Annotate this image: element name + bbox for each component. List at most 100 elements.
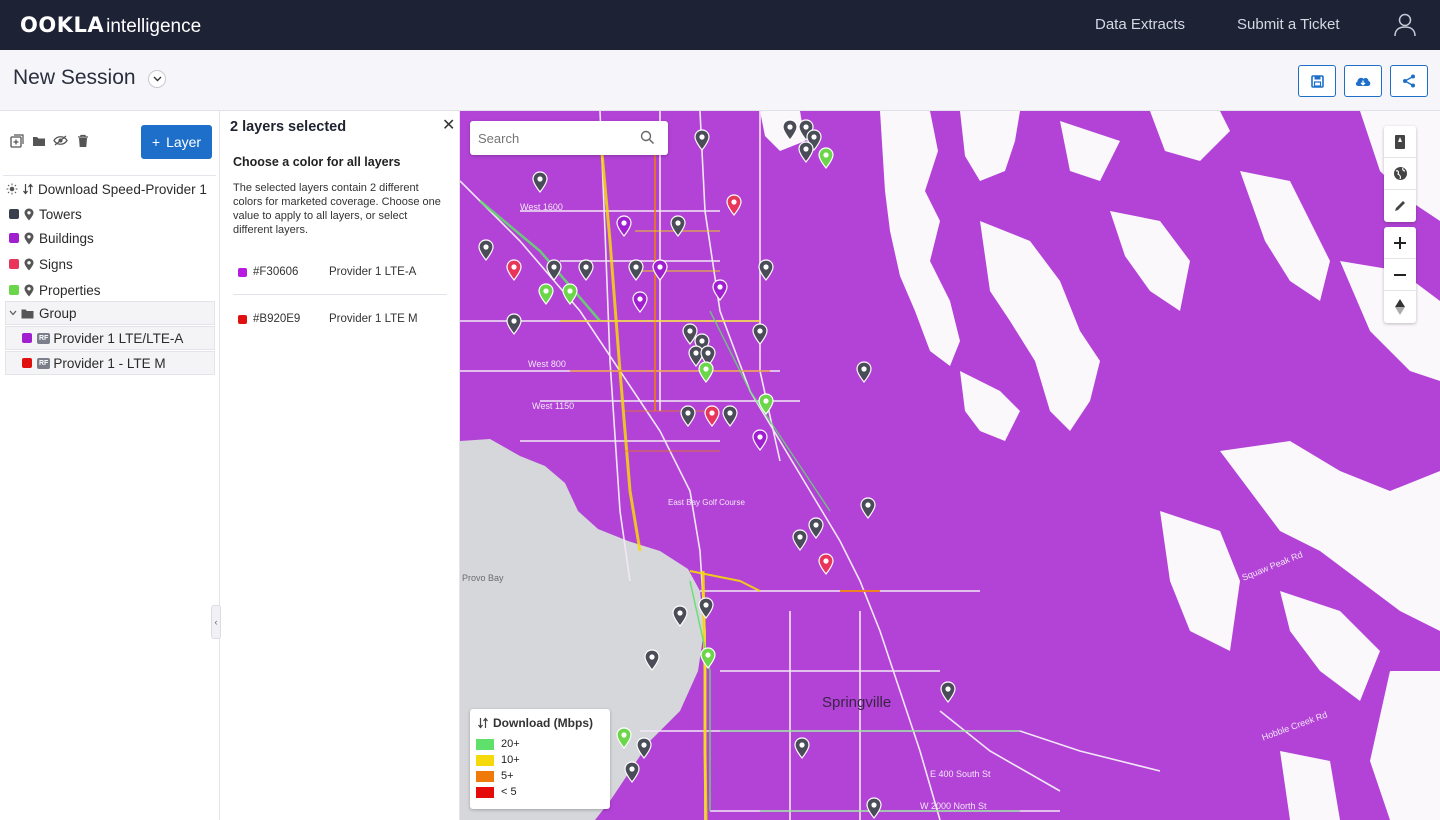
tower-marker-icon[interactable]	[644, 649, 660, 671]
brand-main: OOKLA	[20, 13, 105, 37]
tower-marker-icon[interactable]	[636, 737, 652, 759]
place-label: Provo Bay	[462, 573, 504, 583]
layer-signs[interactable]: Signs	[5, 252, 215, 276]
building-marker-icon[interactable]	[752, 429, 768, 451]
color-swatch[interactable]	[22, 358, 32, 368]
tower-marker-icon[interactable]	[940, 681, 956, 703]
layer-provider-lte-m[interactable]: RF Provider 1 - LTE M	[5, 351, 215, 375]
color-option-row[interactable]: #B920E9 Provider 1 LTE M	[233, 297, 448, 341]
property-marker-icon[interactable]	[818, 147, 834, 169]
ookla-logo[interactable]: OOKLA intelligence	[20, 13, 201, 38]
property-marker-icon[interactable]	[562, 283, 578, 305]
share-button[interactable]	[1390, 65, 1428, 97]
sign-marker-icon[interactable]	[506, 259, 522, 281]
download-speed-icon	[478, 717, 488, 729]
layer-color-panel: 2 layers selected ✕ Choose a color for a…	[221, 111, 460, 820]
search-input[interactable]	[478, 130, 638, 146]
building-marker-icon[interactable]	[652, 259, 668, 281]
tower-marker-icon[interactable]	[506, 313, 522, 335]
tower-marker-icon[interactable]	[798, 141, 814, 163]
color-swatch[interactable]	[9, 285, 19, 295]
tower-marker-icon[interactable]	[860, 497, 876, 519]
tower-marker-icon[interactable]	[670, 215, 686, 237]
building-marker-icon[interactable]	[632, 291, 648, 313]
property-marker-icon[interactable]	[700, 647, 716, 669]
session-title[interactable]: New Session	[13, 66, 136, 90]
map-canvas[interactable]: West 1600 West 800 West 1150 East Bay Go…	[460, 111, 1440, 820]
color-swatch[interactable]	[22, 333, 32, 343]
layer-label: Provider 1 - LTE M	[53, 355, 166, 371]
tower-marker-icon[interactable]	[866, 797, 882, 819]
tower-marker-icon[interactable]	[722, 405, 738, 427]
chevron-down-icon[interactable]	[9, 310, 17, 316]
street-label: West 1150	[532, 401, 575, 411]
tower-marker-icon[interactable]	[782, 119, 798, 141]
sign-marker-icon[interactable]	[818, 553, 834, 575]
color-swatch[interactable]	[238, 314, 247, 324]
layer-towers[interactable]: Towers	[5, 202, 215, 226]
tower-marker-icon[interactable]	[628, 259, 644, 281]
property-marker-icon[interactable]	[616, 727, 632, 749]
collapse-panel-handle[interactable]: ‹	[211, 605, 221, 639]
sign-marker-icon[interactable]	[726, 194, 742, 216]
tower-marker-icon[interactable]	[808, 517, 824, 539]
tower-marker-icon[interactable]	[752, 323, 768, 345]
tower-marker-icon[interactable]	[532, 171, 548, 193]
map-search	[470, 121, 668, 155]
color-swatch[interactable]	[9, 259, 19, 269]
layers-panel: + Layer Download Speed-Provider 1 Towers…	[0, 111, 221, 820]
close-icon[interactable]: ✕	[442, 115, 455, 135]
property-marker-icon[interactable]	[698, 361, 714, 383]
globe-icon[interactable]	[1384, 158, 1416, 190]
folder-icon[interactable]	[31, 133, 46, 148]
layer-download-speed[interactable]: Download Speed-Provider 1	[5, 177, 215, 201]
tower-marker-icon[interactable]	[856, 361, 872, 383]
layer-label: Towers	[39, 206, 82, 222]
nav-data-extracts[interactable]: Data Extracts	[1095, 16, 1185, 33]
pencil-icon[interactable]	[1384, 190, 1416, 222]
save-button[interactable]	[1298, 65, 1336, 97]
color-swatch[interactable]	[9, 209, 19, 219]
panel-description: The selected layers contain 2 different …	[233, 182, 441, 236]
add-layer-label: Layer	[166, 134, 202, 150]
tower-marker-icon[interactable]	[792, 529, 808, 551]
layer-group[interactable]: Group	[5, 301, 215, 325]
north-arrow-icon[interactable]	[1384, 291, 1416, 323]
trash-icon[interactable]	[75, 133, 90, 148]
compass-icon[interactable]	[1384, 126, 1416, 158]
tower-marker-icon[interactable]	[794, 737, 810, 759]
user-profile-icon[interactable]	[1392, 11, 1418, 37]
eye-icon[interactable]	[53, 133, 68, 148]
building-marker-icon[interactable]	[712, 279, 728, 301]
tower-marker-icon[interactable]	[546, 259, 562, 281]
color-swatch[interactable]	[238, 267, 247, 277]
property-marker-icon[interactable]	[758, 393, 774, 415]
add-layer-button[interactable]: + Layer	[141, 125, 212, 159]
tower-marker-icon[interactable]	[758, 259, 774, 281]
color-layer-name: Provider 1 LTE-A	[329, 266, 417, 278]
color-swatch[interactable]	[9, 233, 19, 243]
sign-marker-icon[interactable]	[704, 405, 720, 427]
chevron-down-icon[interactable]	[148, 70, 166, 88]
tower-marker-icon[interactable]	[698, 597, 714, 619]
tower-marker-icon[interactable]	[672, 605, 688, 627]
building-marker-icon[interactable]	[616, 215, 632, 237]
zoom-in-icon[interactable]	[1384, 227, 1416, 259]
tower-marker-icon[interactable]	[624, 761, 640, 783]
tower-marker-icon[interactable]	[680, 405, 696, 427]
property-marker-icon[interactable]	[538, 283, 554, 305]
map-legend: Download (Mbps) 20+ 10+ 5+ < 5	[470, 709, 610, 809]
color-option-row[interactable]: #F30606 Provider 1 LTE-A	[233, 250, 448, 294]
tower-marker-icon[interactable]	[478, 239, 494, 261]
tower-marker-icon[interactable]	[578, 259, 594, 281]
folder-icon	[21, 309, 34, 318]
add-layer-icon[interactable]	[9, 133, 24, 148]
tower-marker-icon[interactable]	[694, 129, 710, 151]
download-button[interactable]	[1344, 65, 1382, 97]
layer-buildings[interactable]: Buildings	[5, 226, 215, 250]
search-icon[interactable]	[640, 130, 655, 145]
layer-provider-lte-a[interactable]: RF Provider 1 LTE/LTE-A	[5, 326, 215, 350]
nav-submit-ticket[interactable]: Submit a Ticket	[1237, 16, 1340, 33]
layer-properties[interactable]: Properties	[5, 278, 215, 302]
zoom-out-icon[interactable]	[1384, 259, 1416, 291]
